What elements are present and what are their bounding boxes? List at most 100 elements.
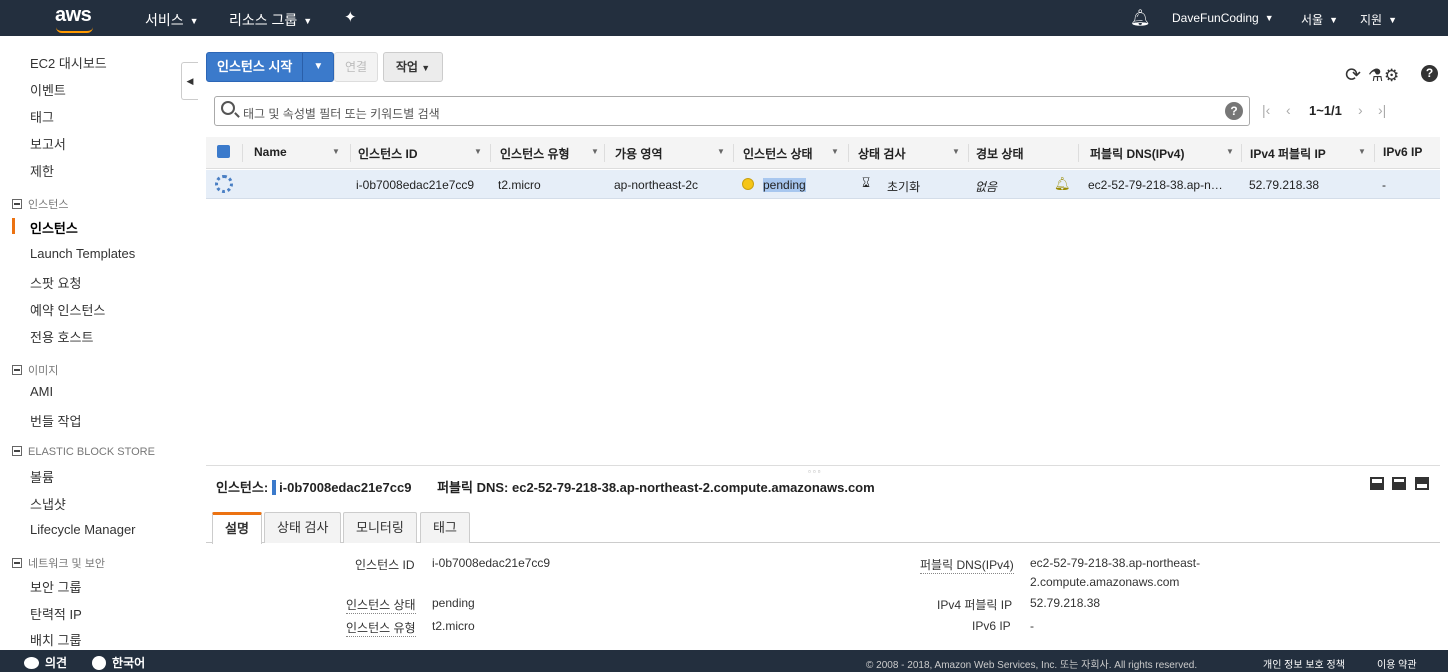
- sidebar-item-instances[interactable]: 인스턴스: [30, 218, 78, 237]
- sidebar-item-volumes[interactable]: 볼륨: [30, 467, 54, 486]
- sort-icon[interactable]: ▼: [952, 147, 960, 156]
- aws-logo[interactable]: aws: [55, 4, 93, 33]
- sidebar-item-tags[interactable]: 태그: [30, 107, 54, 126]
- sort-icon[interactable]: ▼: [591, 147, 599, 156]
- cell-instance-id: i-0b7008edac21e7cc9: [356, 178, 475, 192]
- chevron-down-icon[interactable]: ▼: [303, 53, 333, 81]
- account-menu[interactable]: DaveFunCoding ▼: [1172, 11, 1274, 25]
- column-header-public-dns[interactable]: 퍼블릭 DNS(IPv4): [1090, 145, 1184, 162]
- column-header-status-checks[interactable]: 상태 검사: [858, 145, 906, 162]
- help-icon[interactable]: ?: [1421, 65, 1438, 82]
- sort-icon[interactable]: ▼: [332, 147, 340, 156]
- cell-instance-state: pending: [763, 178, 806, 192]
- next-page-icon[interactable]: ›: [1358, 102, 1363, 118]
- collapse-icon: [12, 446, 22, 456]
- sidebar-item-placement-groups[interactable]: 배치 그룹: [30, 630, 81, 649]
- language-selector[interactable]: 한국어: [92, 654, 145, 671]
- resize-handle[interactable]: ▫▫▫: [808, 467, 823, 476]
- layout-bottom-icon[interactable]: [1370, 477, 1384, 490]
- field-value-public-dns-line1: ec2-52-79-218-38.ap-northeast-: [1030, 556, 1201, 570]
- last-page-icon[interactable]: ›|: [1378, 102, 1386, 118]
- bell-icon[interactable]: 🔔︎: [1130, 8, 1150, 28]
- refresh-icon[interactable]: ⟳: [1345, 64, 1361, 87]
- field-value-instance-state: pending: [432, 596, 475, 610]
- globe-icon: [92, 656, 106, 670]
- actions-button[interactable]: 작업 ▼: [383, 52, 443, 82]
- prev-page-icon[interactable]: ‹: [1286, 102, 1291, 118]
- connect-button[interactable]: 연결: [334, 52, 378, 82]
- column-header-instance-state[interactable]: 인스턴스 상태: [743, 145, 813, 162]
- panel-divider: [206, 465, 1440, 466]
- tab-description[interactable]: 설명: [212, 512, 262, 544]
- column-header-ipv6-ip[interactable]: IPv6 IP: [1383, 145, 1422, 159]
- gear-icon[interactable]: ⚙︎: [1384, 66, 1399, 86]
- column-header-ipv4-public-ip[interactable]: IPv4 퍼블릭 IP: [1250, 145, 1326, 162]
- cell-availability-zone: ap-northeast-2c: [614, 178, 699, 192]
- sidebar-section-ebs[interactable]: ELASTIC BLOCK STORE: [12, 445, 155, 458]
- tab-status-checks[interactable]: 상태 검사: [264, 512, 342, 543]
- field-value-ipv4: 52.79.218.38: [1030, 596, 1101, 610]
- sidebar-item-snapshots[interactable]: 스냅샷: [30, 494, 66, 513]
- privacy-policy-link[interactable]: 개인 정보 보호 정책: [1263, 656, 1345, 671]
- sort-icon[interactable]: ▼: [474, 147, 482, 156]
- column-header-instance-id[interactable]: 인스턴스 ID: [358, 145, 418, 162]
- field-label-instance-type: 인스턴스 유형: [346, 621, 416, 637]
- sidebar-item-ami[interactable]: AMI: [30, 384, 53, 399]
- table-header: Name ▼ 인스턴스 ID ▼ 인스턴스 유형 ▼ 가용 영역 ▼ 인스턴스 …: [206, 137, 1440, 169]
- layout-middle-icon[interactable]: [1392, 477, 1406, 490]
- help-icon[interactable]: ?: [1225, 102, 1243, 120]
- speech-bubble-icon: [24, 657, 39, 669]
- layout-top-icon[interactable]: [1415, 477, 1429, 490]
- sidebar-item-reports[interactable]: 보고서: [30, 134, 66, 153]
- sort-icon[interactable]: ▼: [1358, 147, 1366, 156]
- feedback-link[interactable]: 의견: [24, 654, 67, 671]
- sidebar-item-dedicated-hosts[interactable]: 전용 호스트: [30, 327, 93, 346]
- pin-icon[interactable]: ✦: [344, 8, 357, 26]
- sidebar-item-limits[interactable]: 제한: [30, 161, 54, 180]
- flask-icon[interactable]: ⚗︎: [1368, 66, 1383, 86]
- search-input[interactable]: 태그 및 속성별 필터 또는 키워드별 검색 ?: [214, 96, 1250, 126]
- sidebar-section-network[interactable]: 네트워크 및 보안: [12, 555, 105, 571]
- column-header-alarm-status[interactable]: 경보 상태: [976, 145, 1024, 162]
- tab-monitoring[interactable]: 모니터링: [343, 512, 417, 543]
- column-header-availability-zone[interactable]: 가용 영역: [615, 145, 663, 162]
- field-value-public-dns-line2: 2.compute.amazonaws.com: [1030, 575, 1180, 589]
- sort-icon[interactable]: ▼: [1226, 147, 1234, 156]
- sidebar-item-ec2-dashboard[interactable]: EC2 대시보드: [30, 53, 107, 72]
- support-menu[interactable]: 지원 ▼: [1360, 11, 1397, 28]
- tab-tags[interactable]: 태그: [420, 512, 470, 543]
- detail-tabs: 설명 상태 검사 모니터링 태그: [206, 510, 1440, 544]
- sidebar-item-events[interactable]: 이벤트: [30, 80, 66, 99]
- column-header-name[interactable]: Name: [254, 145, 287, 159]
- search-icon: [221, 101, 235, 115]
- sidebar-item-launch-templates[interactable]: Launch Templates: [30, 246, 135, 261]
- select-all-checkbox[interactable]: [217, 145, 230, 158]
- services-menu[interactable]: 서비스 ▼: [145, 10, 199, 30]
- table-row[interactable]: i-0b7008edac21e7cc9 t2.micro ap-northeas…: [206, 170, 1440, 199]
- sort-icon[interactable]: ▼: [717, 147, 725, 156]
- sidebar-section-images[interactable]: 이미지: [12, 362, 58, 378]
- resource-groups-menu[interactable]: 리소스 그룹 ▼: [229, 10, 312, 30]
- first-page-icon[interactable]: |‹: [1262, 102, 1270, 118]
- sidebar-collapse-button[interactable]: ◀: [181, 62, 198, 100]
- field-label-instance-state: 인스턴스 상태: [346, 598, 416, 614]
- top-nav: aws 서비스 ▼ 리소스 그룹 ▼ ✦ 🔔︎ DaveFunCoding ▼ 서울 ▼…: [0, 0, 1448, 36]
- chevron-down-icon: ▼: [1264, 13, 1274, 23]
- launch-instance-button[interactable]: 인스턴스 시작 ▼: [206, 52, 335, 82]
- column-header-instance-type[interactable]: 인스턴스 유형: [500, 145, 570, 162]
- copyright-text: © 2008 - 2018, Amazon Web Services, Inc.…: [866, 660, 1198, 671]
- sidebar-section-instances[interactable]: 인스턴스: [12, 196, 68, 212]
- pagination-count: 1~1/1: [1309, 103, 1342, 118]
- region-menu[interactable]: 서울 ▼: [1301, 11, 1338, 28]
- sidebar-item-bundle-tasks[interactable]: 번들 작업: [30, 411, 81, 430]
- terms-link[interactable]: 이용 약관: [1377, 656, 1417, 671]
- chevron-down-icon: ▼: [189, 16, 199, 26]
- sidebar-item-security-groups[interactable]: 보안 그룹: [30, 577, 81, 596]
- create-alarm-icon[interactable]: 🔔︎: [1054, 176, 1071, 192]
- sidebar-item-elastic-ips[interactable]: 탄력적 IP: [30, 604, 82, 623]
- sidebar-item-spot-requests[interactable]: 스팟 요청: [30, 273, 81, 292]
- sidebar-item-lifecycle-manager[interactable]: Lifecycle Manager: [30, 522, 136, 537]
- sidebar-item-reserved-instances[interactable]: 예약 인스턴스: [30, 300, 105, 319]
- sort-icon[interactable]: ▼: [831, 147, 839, 156]
- cell-ipv6-ip: -: [1382, 178, 1386, 192]
